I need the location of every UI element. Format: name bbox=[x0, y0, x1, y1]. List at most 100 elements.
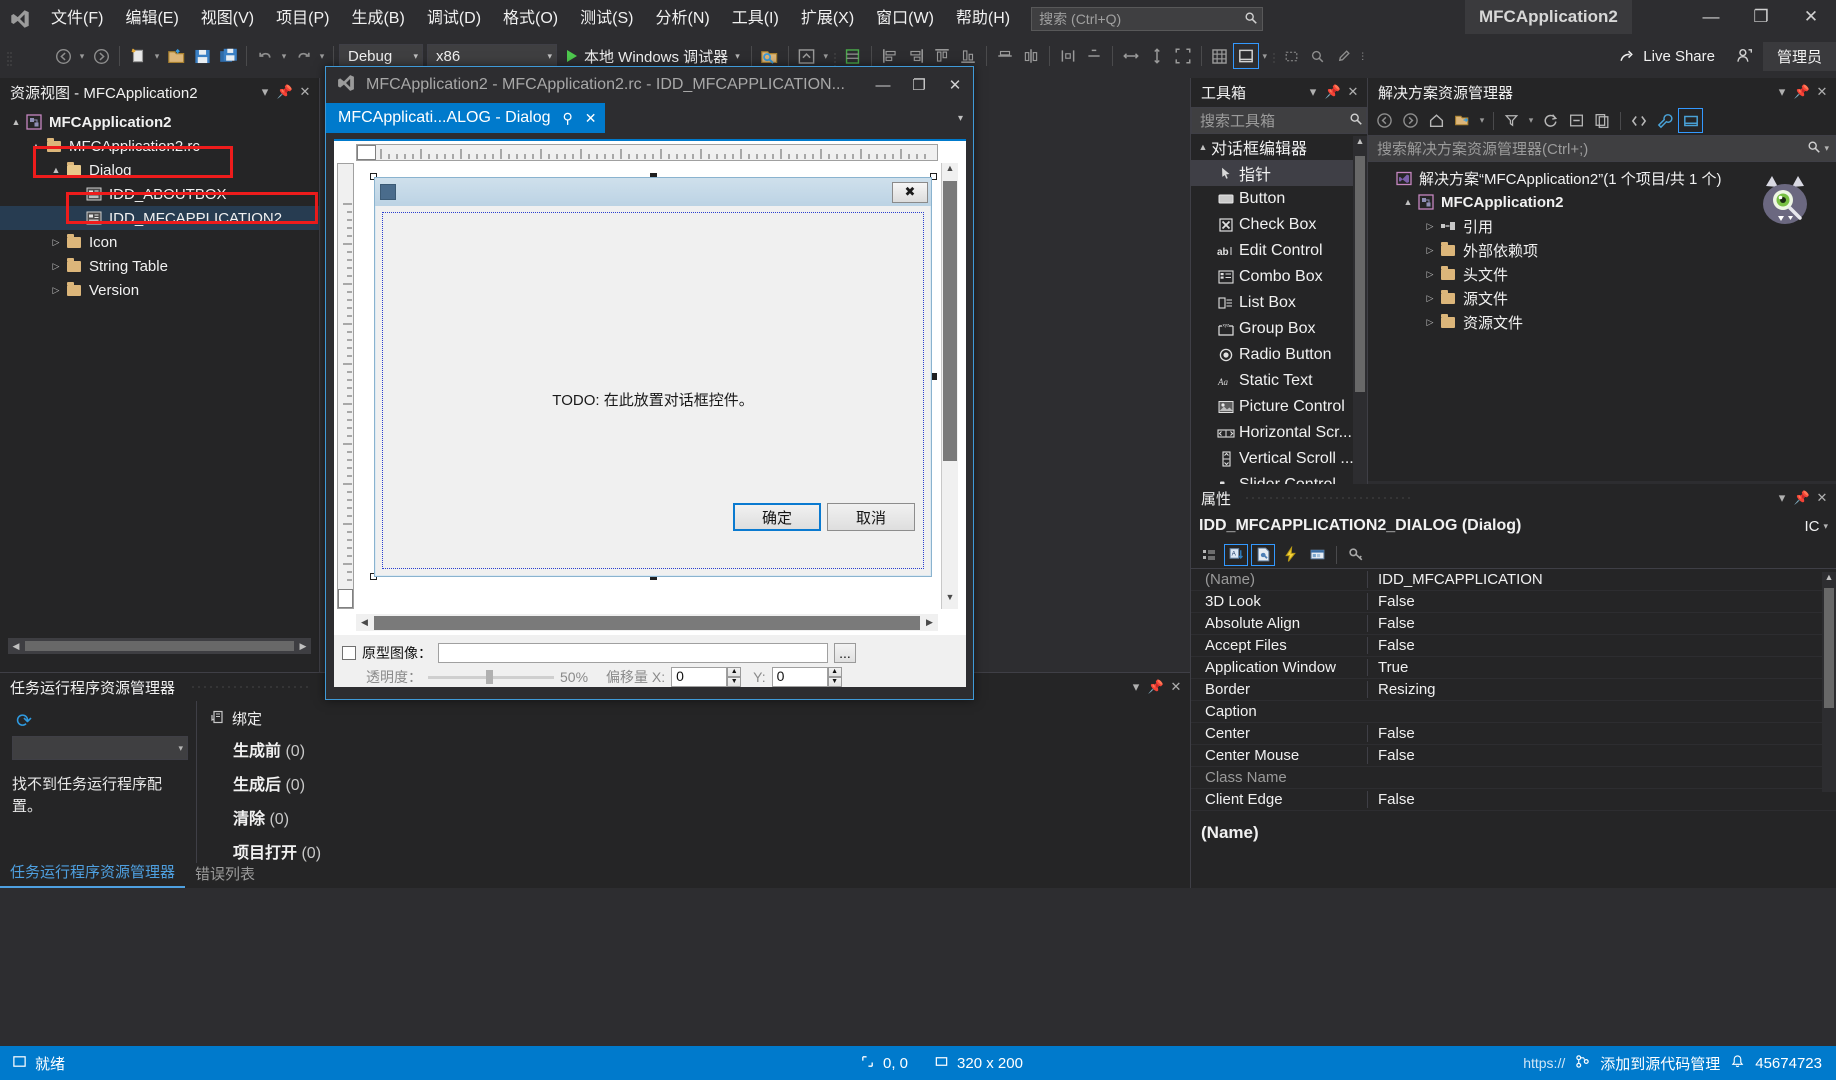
solution-tree-item[interactable]: ▷ 源文件 bbox=[1368, 286, 1836, 310]
new-project-caret-icon[interactable]: ▾ bbox=[151, 51, 163, 62]
dialog-minimize-button[interactable]: — bbox=[865, 67, 901, 103]
property-key-icon[interactable] bbox=[1344, 544, 1368, 566]
toolbox-item-check-box[interactable]: Check Box bbox=[1191, 212, 1367, 238]
offset-x-spin-buttons[interactable]: ▲ ▼ bbox=[727, 667, 742, 687]
property-row[interactable]: Absolute Align False bbox=[1191, 613, 1836, 635]
solution-tree-item[interactable]: ▷ 资源文件 bbox=[1368, 310, 1836, 334]
design-canvas[interactable]: ✖ TODO: 在此放置对话框控件。 确定 取消 bbox=[356, 163, 938, 609]
expand-arrow-icon[interactable]: ▷ bbox=[1422, 245, 1438, 256]
properties-window-icon[interactable] bbox=[1678, 108, 1703, 133]
navigate-back-caret-icon[interactable]: ▾ bbox=[76, 51, 88, 62]
property-value[interactable]: False bbox=[1367, 637, 1836, 654]
resource-tree-item[interactable]: IDD_MFCAPPLICATION2 bbox=[0, 206, 319, 230]
categorized-view-icon[interactable] bbox=[1197, 544, 1221, 566]
toolbox-item-static-text[interactable]: Aa Static Text bbox=[1191, 368, 1367, 394]
task-row[interactable]: 生成后 (0) bbox=[197, 766, 1190, 800]
task-runner-project-dropdown[interactable]: ▾ bbox=[12, 736, 188, 760]
chevron-down-icon[interactable]: ▾ bbox=[1772, 488, 1792, 508]
scroll-down-icon[interactable]: ▼ bbox=[942, 592, 958, 609]
expand-arrow-icon[interactable]: ▷ bbox=[48, 237, 64, 248]
properties-grid[interactable]: (Name) IDD_MFCAPPLICATION 3D Look False Abso… bbox=[1191, 569, 1836, 811]
scroll-right-icon[interactable]: ▶ bbox=[295, 641, 311, 652]
source-control-label[interactable]: 添加到源代码管理 bbox=[1600, 1053, 1720, 1074]
ruler-guide-handle[interactable] bbox=[338, 589, 353, 608]
close-icon[interactable]: ✕ bbox=[295, 82, 315, 102]
scroll-thumb[interactable] bbox=[943, 181, 957, 461]
forward-icon[interactable] bbox=[1398, 108, 1423, 133]
refresh-icon[interactable] bbox=[1538, 108, 1563, 133]
spin-down-icon[interactable]: ▼ bbox=[727, 677, 742, 687]
expand-arrow-icon[interactable]: ▷ bbox=[1422, 221, 1438, 232]
property-value[interactable]: True bbox=[1367, 659, 1836, 676]
scroll-right-icon[interactable]: ▶ bbox=[921, 617, 938, 628]
center-horizontally-icon[interactable] bbox=[992, 43, 1018, 69]
resource-tree-item[interactable]: ▷ Icon bbox=[0, 230, 319, 254]
property-row[interactable]: (Name) IDD_MFCAPPLICATION bbox=[1191, 569, 1836, 591]
tab-task-runner[interactable]: 任务运行程序资源管理器 bbox=[0, 859, 186, 888]
toolbox-item--[interactable]: 指针 bbox=[1191, 160, 1367, 186]
close-icon[interactable]: ✕ bbox=[1166, 677, 1186, 697]
close-icon[interactable]: ✕ bbox=[1343, 82, 1363, 102]
back-icon[interactable] bbox=[1372, 108, 1397, 133]
source-control-icon[interactable] bbox=[1575, 1054, 1590, 1073]
scroll-up-icon[interactable]: ▲ bbox=[1353, 136, 1367, 146]
pin-icon[interactable]: ⚲ bbox=[563, 110, 573, 127]
property-row[interactable]: Center False bbox=[1191, 723, 1836, 745]
save-all-icon[interactable] bbox=[215, 43, 241, 69]
space-across-icon[interactable] bbox=[1055, 43, 1081, 69]
toolbox-item-vertical-scroll-[interactable]: Vertical Scroll ... bbox=[1191, 446, 1367, 472]
solution-tree-item[interactable]: ▷ 外部依赖项 bbox=[1368, 238, 1836, 262]
dialog-design-surface[interactable]: ✖ TODO: 在此放置对话框控件。 确定 取消 ▲ ▼ ◀ ▶ 原型图像： .… bbox=[334, 139, 966, 687]
test-dialog-caret-icon[interactable]: ▾ bbox=[1259, 51, 1271, 62]
view-code-icon[interactable] bbox=[1626, 108, 1651, 133]
scroll-thumb[interactable] bbox=[1824, 588, 1834, 708]
close-icon[interactable]: ✕ bbox=[585, 110, 597, 127]
menu-test[interactable]: 测试(S) bbox=[569, 5, 644, 33]
chevron-down-icon[interactable]: ▾ bbox=[255, 82, 275, 102]
collapse-arrow-icon[interactable]: ▲ bbox=[28, 141, 44, 151]
property-row[interactable]: Border Resizing bbox=[1191, 679, 1836, 701]
toolbox-item-picture-control[interactable]: Picture Control bbox=[1191, 394, 1367, 420]
chevron-down-icon[interactable]: ▾ bbox=[1821, 143, 1832, 154]
expand-arrow-icon[interactable]: ▷ bbox=[1422, 269, 1438, 280]
menu-tools[interactable]: 工具(I) bbox=[721, 5, 790, 33]
test-caret-icon[interactable]: ▾ bbox=[820, 51, 832, 62]
scroll-up-icon[interactable]: ▲ bbox=[942, 163, 958, 180]
solution-config-dropdown[interactable]: Debug ▾ bbox=[339, 44, 423, 68]
scroll-thumb[interactable] bbox=[25, 641, 294, 651]
prototype-image-checkbox[interactable] bbox=[342, 646, 356, 660]
spin-up-icon[interactable]: ▲ bbox=[727, 667, 742, 677]
scroll-thumb[interactable] bbox=[374, 615, 920, 630]
vertical-ruler[interactable] bbox=[337, 163, 354, 609]
resource-view-hscrollbar[interactable]: ◀ ▶ bbox=[8, 638, 311, 654]
resource-tree-item[interactable]: IDD_ABOUTBOX bbox=[0, 182, 319, 206]
space-down-icon[interactable] bbox=[1081, 43, 1107, 69]
dialog-restore-button[interactable]: ❐ bbox=[901, 67, 937, 103]
magic-wand-icon[interactable] bbox=[1305, 43, 1331, 69]
scroll-up-icon[interactable]: ▲ bbox=[1822, 572, 1836, 586]
pin-icon[interactable]: 📌 bbox=[1792, 82, 1812, 102]
make-same-height-icon[interactable] bbox=[1144, 43, 1170, 69]
expand-arrow-icon[interactable]: ▷ bbox=[48, 285, 64, 296]
menu-file[interactable]: 文件(F) bbox=[40, 5, 114, 33]
property-value[interactable]: False bbox=[1367, 725, 1836, 742]
prototype-image-input[interactable] bbox=[438, 643, 828, 663]
toolbox-item-button[interactable]: Button bbox=[1191, 186, 1367, 212]
chevron-down-icon[interactable]: ▾ bbox=[958, 113, 973, 124]
quick-search-input[interactable]: 搜索 (Ctrl+Q) bbox=[1031, 7, 1264, 31]
transparency-slider[interactable] bbox=[428, 670, 554, 684]
expand-arrow-icon[interactable]: ▷ bbox=[48, 261, 64, 272]
property-value[interactable]: Resizing bbox=[1367, 681, 1836, 698]
property-value[interactable]: False bbox=[1367, 593, 1836, 610]
expand-arrow-icon[interactable]: ▷ bbox=[1422, 317, 1438, 328]
bottom-tabstrip[interactable]: 任务运行程序资源管理器 错误列表 bbox=[0, 862, 265, 888]
task-row[interactable]: 项目打开 (0) bbox=[197, 834, 1190, 868]
ruler-guide-handle[interactable] bbox=[357, 145, 376, 160]
events-lightning-icon[interactable] bbox=[1278, 544, 1302, 566]
toolbox-item-list-box[interactable]: List Box bbox=[1191, 290, 1367, 316]
save-icon[interactable] bbox=[189, 43, 215, 69]
menu-extensions[interactable]: 扩展(X) bbox=[790, 5, 865, 33]
property-row[interactable]: Client Edge False bbox=[1191, 789, 1836, 811]
mfc-close-button[interactable]: ✖ bbox=[892, 181, 928, 203]
undo-caret-icon[interactable]: ▾ bbox=[278, 51, 290, 62]
